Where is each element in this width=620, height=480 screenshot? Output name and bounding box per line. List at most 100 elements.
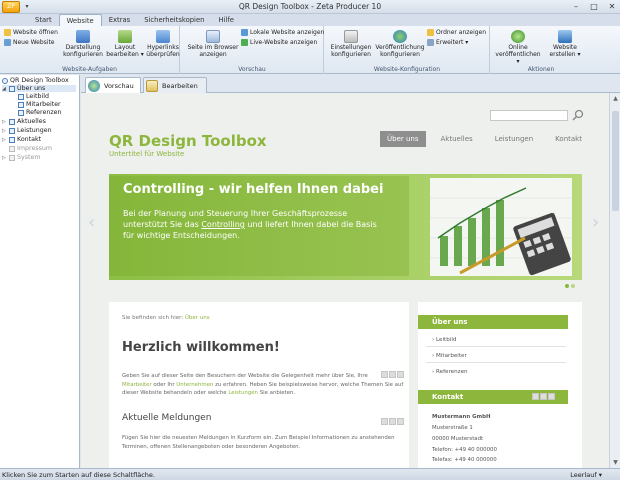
contact-fax: Telefax: +49 40 000000 — [432, 457, 497, 463]
sidebox-link-mitarbeiter[interactable]: › Mitarbeiter — [432, 353, 467, 359]
slider-text: Bei der Planung und Steuerung Ihrer Gesc… — [123, 209, 377, 240]
vertical-scrollbar[interactable]: ▲ ▼ — [609, 93, 620, 468]
build-website-button[interactable]: Website erstellen ▾ — [543, 30, 587, 58]
globe-icon — [393, 30, 407, 43]
news-heading: Aktuelle Meldungen — [122, 413, 212, 423]
minimize-icon[interactable]: – — [570, 1, 582, 12]
slider-dots — [565, 284, 575, 288]
site-tree: QR Design Toolbox ◢ Über uns Leitbild Mit… — [0, 75, 80, 468]
new-website-button[interactable]: Neue Website — [4, 39, 55, 46]
slider-chart-image — [430, 178, 572, 276]
tree-item-kontakt[interactable]: ▷ Kontakt — [2, 136, 41, 143]
edit-icon — [146, 79, 158, 92]
configure-appearance-button[interactable]: Darstellung konfigurieren — [62, 30, 104, 58]
edit-icon[interactable] — [381, 418, 388, 425]
site-icon — [2, 77, 8, 84]
tree-item-system[interactable]: ▷ System — [2, 154, 40, 161]
leistungen-link[interactable]: Leistungen — [228, 390, 258, 396]
tab-sicherheitskopien[interactable]: Sicherheitskopien — [137, 14, 211, 26]
configure-settings-button[interactable]: Einstellungen konfigurieren — [329, 30, 373, 58]
advanced-dropdown[interactable]: Erweitert ▾ — [427, 39, 468, 46]
tab-hilfe[interactable]: Hilfe — [211, 14, 240, 26]
maximize-icon[interactable]: □ — [588, 1, 600, 12]
status-idle-dropdown[interactable]: Leerlauf ▾ — [570, 471, 602, 479]
window-controls: – □ ✕ — [570, 1, 618, 12]
expand-icon[interactable]: ▷ — [2, 137, 7, 143]
nav-kontakt[interactable]: Kontakt — [548, 131, 589, 147]
tab-start[interactable]: Start — [28, 14, 59, 26]
intro-paragraph: Geben Sie auf dieser Seite den Besuchern… — [122, 373, 404, 396]
nav-leistungen[interactable]: Leistungen — [488, 131, 540, 147]
tree-item-leitbild[interactable]: Leitbild — [18, 93, 49, 100]
tab-vorschau[interactable]: Vorschau — [85, 77, 141, 93]
scroll-down-icon[interactable]: ▼ — [610, 459, 620, 466]
tree-item-leistungen[interactable]: ▷ Leistungen — [2, 127, 52, 134]
group-label: Vorschau — [238, 66, 266, 73]
search-icon[interactable] — [572, 109, 584, 121]
appearance-icon — [76, 30, 90, 43]
add-icon[interactable] — [389, 418, 396, 425]
tree-item-mitarbeiter[interactable]: Mitarbeiter — [18, 101, 61, 108]
scroll-up-icon[interactable]: ▲ — [610, 95, 620, 102]
expand-icon[interactable]: ▷ — [2, 155, 7, 161]
news-paragraph: Fügen Sie hier die neuesten Meldungen in… — [122, 435, 395, 450]
group-vorschau: Seite im Browser anzeigen Lokale Website… — [181, 26, 324, 74]
mitarbeiter-link[interactable]: Mitarbeiter — [122, 382, 152, 388]
nav-aktuelles[interactable]: Aktuelles — [434, 131, 480, 147]
document-tabs: Vorschau Bearbeiten — [81, 75, 620, 93]
check-hyperlinks-button[interactable]: Hyperlinks überprüfen — [145, 30, 181, 58]
hidden-page-icon — [9, 154, 15, 161]
edit-layout-button[interactable]: Layout bearbeiten ▾ — [106, 30, 144, 58]
show-page-in-browser-button[interactable]: Seite im Browser anzeigen — [187, 30, 239, 58]
group-aktionen: Online veröffentlichen ▾ Website erstell… — [491, 26, 591, 74]
slider-dot[interactable] — [571, 284, 575, 288]
tab-website[interactable]: Website — [58, 14, 102, 26]
edit-icon[interactable] — [532, 393, 539, 400]
expand-icon[interactable]: ▷ — [2, 119, 7, 125]
collapse-icon[interactable]: ◢ — [2, 86, 7, 92]
sidebox-link-referenzen[interactable]: › Referenzen — [432, 369, 468, 375]
hyperlink-icon — [156, 30, 170, 43]
build-icon — [558, 30, 572, 43]
show-folder-button[interactable]: Ordner anzeigen — [427, 29, 486, 36]
configure-publishing-button[interactable]: Veröffentlichung konfigurieren — [375, 30, 425, 58]
gear-icon — [427, 39, 434, 46]
contact-company: Mustermann GmbH — [432, 414, 491, 420]
unternehmen-link[interactable]: Unternehmen — [176, 382, 213, 388]
ribbon-tabs: Start Website Extras Sicherheitskopien H… — [0, 14, 620, 26]
show-live-website-button[interactable]: Live-Website anzeigen — [241, 39, 317, 46]
expand-icon[interactable]: ▷ — [2, 128, 7, 134]
page-icon — [9, 127, 15, 134]
tree-item-aktuelles[interactable]: ▷ Aktuelles — [2, 118, 46, 125]
slider-next-icon[interactable]: › — [592, 212, 599, 233]
open-website-button[interactable]: Website öffnen — [4, 29, 58, 36]
folder-icon — [427, 29, 434, 36]
page-icon — [18, 101, 24, 108]
tab-extras[interactable]: Extras — [102, 14, 137, 26]
tree-item-impressum[interactable]: Impressum — [2, 145, 52, 152]
ribbon: Website öffnen Neue Website Darstellung … — [0, 26, 620, 74]
close-icon[interactable]: ✕ — [606, 1, 618, 12]
slider-dot[interactable] — [565, 284, 569, 288]
site-search-input[interactable] — [490, 110, 568, 121]
slider-heading: Controlling - wir helfen Ihnen dabei — [123, 182, 384, 197]
browser-icon — [206, 30, 220, 43]
controlling-link[interactable]: Controlling — [201, 220, 245, 229]
tree-item-referenzen[interactable]: Referenzen — [18, 109, 62, 116]
group-website-konfiguration: Einstellungen konfigurieren Veröffentlic… — [325, 26, 490, 74]
delete-icon[interactable] — [548, 393, 555, 400]
tree-item-root[interactable]: QR Design Toolbox — [2, 77, 69, 84]
slider-prev-icon[interactable]: ‹ — [88, 212, 95, 233]
site-navigation: Über uns Aktuelles Leistungen Kontakt — [380, 131, 597, 147]
tab-bearbeiten[interactable]: Bearbeiten — [143, 77, 207, 93]
settings-icon — [344, 30, 358, 43]
publish-online-button[interactable]: Online veröffentlichen ▾ — [495, 30, 541, 65]
sidebox-link-leitbild[interactable]: › Leitbild — [432, 337, 456, 343]
add-icon[interactable] — [540, 393, 547, 400]
tree-item-ueber-uns[interactable]: ◢ Über uns — [2, 85, 76, 92]
show-local-website-button[interactable]: Lokale Website anzeigen — [241, 29, 324, 36]
breadcrumb-link[interactable]: Über uns — [185, 315, 210, 321]
delete-icon[interactable] — [397, 418, 404, 425]
nav-ueber-uns[interactable]: Über uns — [380, 131, 426, 147]
scroll-thumb[interactable] — [612, 111, 619, 211]
